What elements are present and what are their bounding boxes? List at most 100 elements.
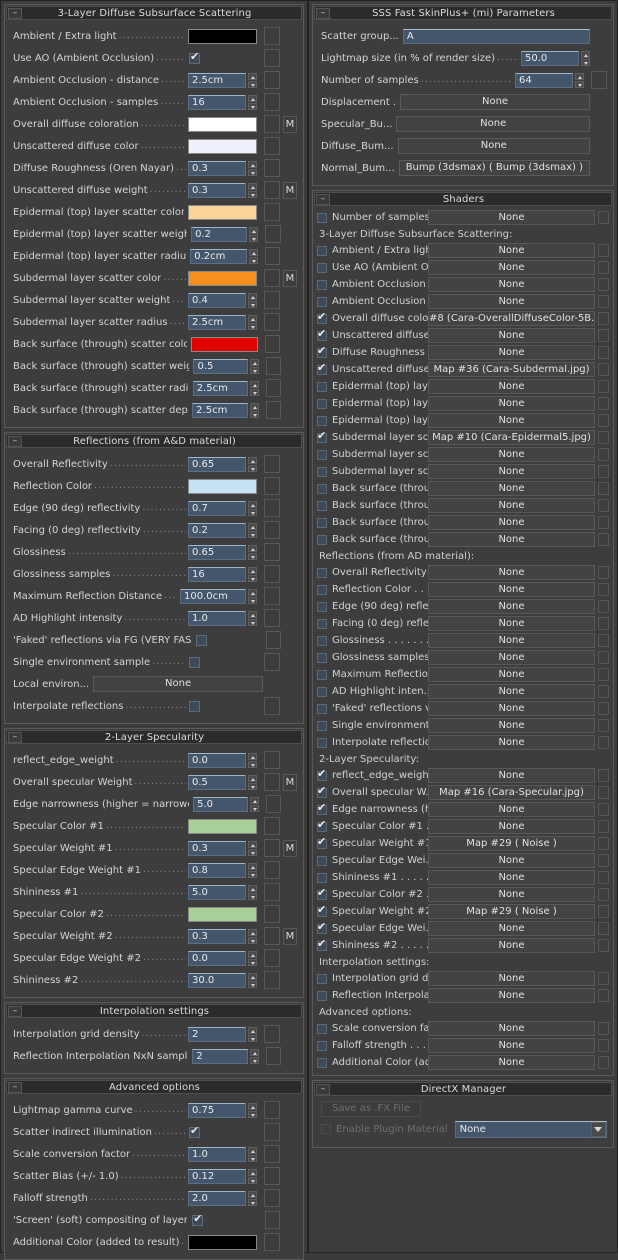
shader-map-button[interactable]: None [428, 481, 595, 496]
value-spinner[interactable] [248, 611, 257, 626]
checkbox[interactable] [189, 657, 200, 668]
shader-map-small-button[interactable] [598, 685, 609, 698]
spinner-up[interactable] [248, 73, 257, 80]
shader-map-button[interactable]: None [428, 294, 595, 309]
value-spinner[interactable] [248, 1169, 257, 1184]
map-none-button[interactable]: None [400, 94, 590, 110]
text-field[interactable]: A [403, 29, 590, 44]
shader-map-button[interactable]: None [428, 616, 595, 631]
spinner-up[interactable] [249, 227, 258, 234]
rollout-header-interpolation[interactable]: –Interpolation settings [6, 1004, 302, 1018]
shader-map-button[interactable]: None [428, 988, 595, 1003]
spinner-up[interactable] [248, 1103, 257, 1110]
value-field[interactable]: 64 [515, 73, 573, 88]
shader-map-button[interactable]: None [428, 210, 595, 225]
value-spinner[interactable] [248, 1103, 257, 1118]
map-slot-button[interactable] [266, 357, 281, 375]
value-field[interactable]: 1.0 [188, 1147, 246, 1162]
shader-map-small-button[interactable] [598, 465, 609, 478]
shader-map-button[interactable]: None [428, 599, 595, 614]
shader-checkbox[interactable] [317, 535, 327, 545]
shader-checkbox[interactable] [317, 822, 327, 832]
shader-map-button[interactable]: None [428, 921, 595, 936]
spinner-down[interactable] [248, 509, 257, 516]
color-swatch[interactable] [188, 271, 257, 286]
shader-map-button[interactable]: None [428, 1055, 595, 1070]
spinner-down[interactable] [250, 389, 259, 396]
spinner-down[interactable] [248, 981, 257, 988]
value-spinner[interactable] [248, 161, 257, 176]
checkbox[interactable] [189, 701, 200, 712]
value-spinner[interactable] [248, 95, 257, 110]
spinner-down[interactable] [248, 1199, 257, 1206]
shader-checkbox[interactable] [317, 297, 327, 307]
color-swatch[interactable] [188, 139, 257, 154]
value-field[interactable]: 0.3 [188, 929, 246, 944]
value-spinner[interactable] [248, 1027, 257, 1042]
shader-map-button[interactable]: None [428, 650, 595, 665]
value-field[interactable]: 0.5 [188, 775, 246, 790]
spinner-down[interactable] [248, 849, 257, 856]
spinner-down[interactable] [248, 323, 257, 330]
spinner-up[interactable] [248, 95, 257, 102]
value-spinner[interactable] [250, 1049, 259, 1064]
value-spinner[interactable] [248, 775, 257, 790]
value-field[interactable]: 5.0 [193, 797, 248, 812]
spinner-down[interactable] [249, 235, 258, 242]
spinner-down[interactable] [248, 783, 257, 790]
spinner-down[interactable] [248, 301, 257, 308]
shader-checkbox[interactable] [317, 873, 327, 883]
shader-checkbox[interactable] [317, 890, 327, 900]
map-slot-button[interactable] [264, 49, 280, 67]
spinner-down[interactable] [250, 1057, 259, 1064]
shader-checkbox[interactable] [317, 670, 327, 680]
rollout-header-advanced[interactable]: –Advanced options [6, 1080, 302, 1094]
shader-map-button[interactable]: None [428, 971, 595, 986]
spinner-down[interactable] [581, 59, 590, 66]
shader-map-button[interactable]: None [428, 1038, 595, 1053]
map-slot-button[interactable] [264, 181, 280, 199]
shader-map-button[interactable]: None [428, 938, 595, 953]
shader-map-button[interactable]: None [428, 667, 595, 682]
value-spinner[interactable] [248, 73, 257, 88]
shader-map-small-button[interactable] [598, 972, 609, 985]
shader-checkbox[interactable] [317, 365, 327, 375]
map-slot-button[interactable] [266, 631, 281, 649]
value-field[interactable]: 0.2 [188, 523, 246, 538]
shader-map-button[interactable]: None [428, 447, 595, 462]
spinner-down[interactable] [248, 103, 257, 110]
collapse-minus-icon[interactable]: – [8, 732, 22, 743]
value-spinner[interactable] [248, 457, 257, 472]
shader-checkbox[interactable] [317, 788, 327, 798]
shader-map-small-button[interactable] [598, 668, 609, 681]
map-none-button[interactable]: Bump (3dsmax) ( Bump (3dsmax) ) [399, 160, 590, 176]
rollout-header-reflections[interactable]: –Reflections (from A&D material) [6, 434, 302, 448]
shader-checkbox[interactable] [317, 805, 327, 815]
value-field[interactable]: 50.0 [521, 51, 579, 66]
shader-checkbox[interactable] [317, 467, 327, 477]
shader-map-button[interactable]: Map #10 (Cara-Epidermal5.jpg) [428, 430, 595, 445]
spinner-up[interactable] [248, 1147, 257, 1154]
shader-checkbox[interactable] [317, 738, 327, 748]
map-slot-button[interactable] [265, 335, 281, 353]
spinner-up[interactable] [248, 841, 257, 848]
checkbox[interactable] [196, 635, 207, 646]
map-slot-button[interactable] [264, 653, 280, 671]
value-spinner[interactable] [248, 863, 257, 878]
shader-map-small-button[interactable] [598, 719, 609, 732]
value-field[interactable]: 2.5cm [193, 381, 248, 396]
value-spinner[interactable] [248, 1191, 257, 1206]
value-spinner[interactable] [248, 183, 257, 198]
shader-checkbox[interactable] [317, 399, 327, 409]
color-swatch[interactable] [188, 819, 257, 834]
shader-map-button[interactable]: None [428, 464, 595, 479]
map-indicator-m[interactable]: M [283, 928, 297, 945]
value-field[interactable]: 2 [188, 1027, 246, 1042]
shader-checkbox[interactable] [317, 518, 327, 528]
value-field[interactable]: 0.12 [188, 1169, 246, 1184]
map-slot-button[interactable] [264, 521, 280, 539]
spinner-up[interactable] [248, 589, 257, 596]
shader-checkbox[interactable] [317, 974, 327, 984]
map-slot-button[interactable] [264, 905, 280, 923]
map-slot-button[interactable] [264, 861, 280, 879]
